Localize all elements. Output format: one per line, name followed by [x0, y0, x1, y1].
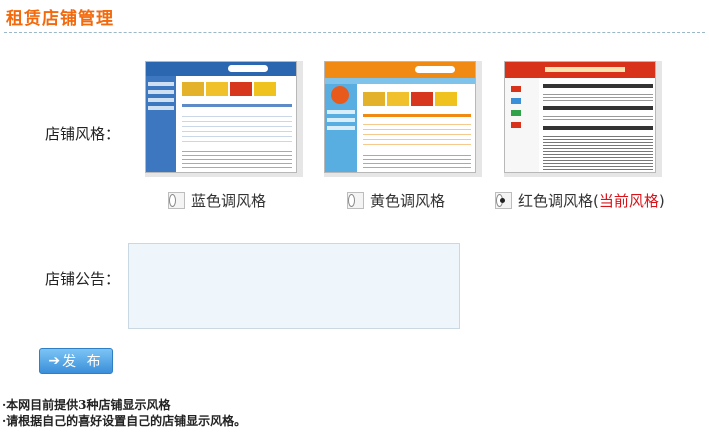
red-radio[interactable] — [496, 194, 505, 207]
blue-option-label: 蓝色调风格 — [191, 192, 267, 210]
style-option-red[interactable]: 红色调风格 ( 当前风格 ) — [495, 190, 665, 211]
notice-label: 店铺公告： — [45, 270, 121, 288]
red-option-label: 红色调风格 — [518, 192, 594, 210]
red-style-preview[interactable] — [504, 61, 662, 177]
arrow-right-icon: ➔ — [48, 353, 61, 369]
blue-style-preview[interactable] — [145, 61, 303, 177]
tip-line: ·本网目前提供3种店铺显示风格 — [2, 398, 171, 412]
yellow-radio[interactable] — [348, 194, 355, 207]
page-title: 租赁店铺管理 — [6, 9, 114, 29]
current-style-tag: 当前风格 — [598, 192, 659, 210]
blue-radio[interactable] — [169, 194, 176, 207]
yellow-style-preview[interactable] — [324, 61, 482, 177]
publish-button[interactable]: ➔ 发 布 — [39, 348, 113, 374]
tip-line: ·请根据自己的喜好设置自己的店铺显示风格。 — [2, 414, 247, 428]
tips: ·本网目前提供3种店铺显示风格 ·请根据自己的喜好设置自己的店铺显示风格。 — [2, 397, 246, 429]
publish-label: 发 布 — [62, 354, 104, 370]
paren-close: ) — [658, 191, 665, 210]
style-option-yellow[interactable]: 黄色调风格 — [347, 190, 445, 211]
notice-textarea[interactable] — [128, 243, 460, 329]
style-label: 店铺风格： — [45, 125, 121, 143]
yellow-option-label: 黄色调风格 — [370, 192, 446, 210]
style-option-blue[interactable]: 蓝色调风格 — [168, 190, 266, 211]
title-divider — [4, 32, 705, 33]
